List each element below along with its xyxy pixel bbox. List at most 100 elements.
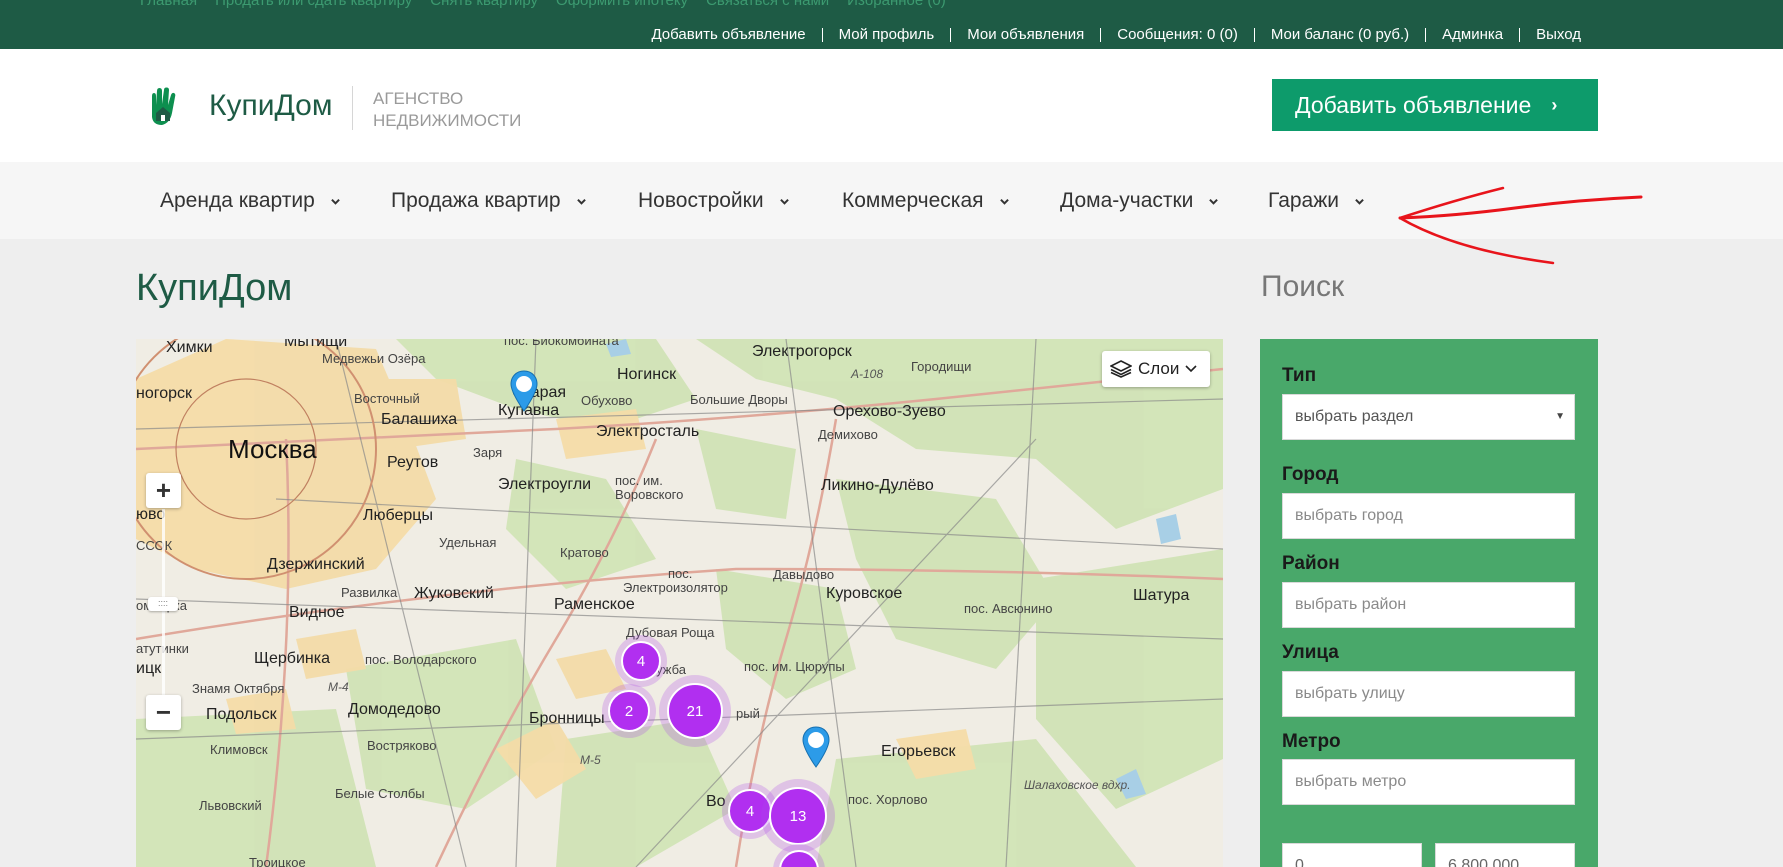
zoom-in-button[interactable]: + bbox=[146, 473, 181, 508]
street-label: Улица bbox=[1282, 642, 1339, 663]
map-cluster[interactable]: 2 bbox=[602, 684, 656, 738]
map-pin-icon[interactable] bbox=[801, 725, 831, 769]
type-label: Тип bbox=[1282, 365, 1317, 386]
listings-map[interactable]: Химки Мытищи Медвежьи Озёра пос. Биокомб… bbox=[136, 339, 1223, 867]
menu-link-sell[interactable]: Продать или сдать квартиру bbox=[215, 0, 412, 9]
map-label: Куровское bbox=[826, 585, 903, 602]
add-listing-button[interactable]: Добавить объявление › bbox=[1272, 79, 1598, 131]
nav-item-label: Продажа квартир bbox=[391, 189, 561, 212]
menu-link-mortgage[interactable]: Оформить ипотеку bbox=[556, 0, 688, 9]
district-input[interactable]: выбрать район bbox=[1282, 582, 1575, 628]
nav-item-rent-apartments[interactable]: Аренда квартир bbox=[160, 189, 340, 213]
map-label: ногорск bbox=[136, 385, 193, 402]
map-label: Городищи bbox=[911, 359, 972, 374]
menu-link-home[interactable]: Главная bbox=[140, 0, 197, 9]
map-label: Москва bbox=[228, 434, 317, 464]
tagline-line-2: недвижимости bbox=[373, 111, 522, 130]
nav-item-garages[interactable]: Гаражи bbox=[1268, 189, 1364, 213]
map-cluster[interactable]: 21 bbox=[659, 675, 731, 747]
map-cluster[interactable]: 13 bbox=[761, 779, 835, 853]
menu-link-favorites[interactable]: Избранное (0) bbox=[847, 0, 946, 9]
district-label: Район bbox=[1282, 553, 1340, 574]
map-pin-icon[interactable] bbox=[509, 369, 539, 413]
map-label: Климовск bbox=[210, 742, 268, 757]
user-link-logout[interactable]: Выход bbox=[1519, 27, 1581, 42]
street-input[interactable]: выбрать улицу bbox=[1282, 671, 1575, 717]
zoom-out-button[interactable]: − bbox=[146, 695, 181, 730]
user-nav: Добавить объявление Мой профиль Мои объя… bbox=[635, 27, 1581, 42]
hand-house-icon[interactable] bbox=[144, 87, 180, 127]
tagline-line-1: Агенство bbox=[373, 89, 464, 108]
user-link-profile[interactable]: Мой профиль bbox=[821, 27, 951, 42]
map-label: Орехово-Зуево bbox=[833, 403, 946, 420]
nav-item-new-buildings[interactable]: Новостройки bbox=[638, 189, 789, 213]
map-label: Подольск bbox=[206, 706, 277, 723]
nav-item-label: Дома-участки bbox=[1060, 189, 1194, 212]
city-label: Город bbox=[1282, 464, 1339, 485]
logo-name[interactable]: КупиДом bbox=[209, 89, 332, 123]
logo-divider bbox=[352, 86, 353, 130]
map-label: Электроизолятор bbox=[623, 580, 728, 595]
user-link-messages[interactable]: Сообщения: 0 (0) bbox=[1100, 27, 1254, 42]
menu-link-contact[interactable]: Связаться с нами bbox=[706, 0, 829, 9]
map-label: Балашиха bbox=[381, 411, 458, 428]
map-label: Воровского bbox=[615, 487, 684, 502]
type-select-value: выбрать раздел bbox=[1295, 408, 1414, 425]
type-select[interactable]: выбрать раздел ▼ bbox=[1282, 394, 1575, 440]
add-listing-button-label: Добавить объявление bbox=[1295, 91, 1532, 118]
layers-button[interactable]: Слои bbox=[1102, 351, 1210, 387]
map-label: Удельная bbox=[439, 535, 497, 550]
map-label: Развилка bbox=[341, 585, 398, 600]
map-label: Знамя Октября bbox=[192, 681, 285, 696]
layers-icon bbox=[1110, 360, 1132, 378]
map-label: А-108 bbox=[851, 367, 884, 381]
map-label: Шатура bbox=[1133, 587, 1190, 604]
search-panel: Тип выбрать раздел ▼ Город выбрать город… bbox=[1260, 339, 1598, 867]
nav-item-label: Гаражи bbox=[1268, 189, 1340, 212]
price-to-input[interactable]: 6 800 000 bbox=[1435, 843, 1575, 867]
map-label: Мытищи bbox=[284, 339, 348, 350]
user-link-balance[interactable]: Мои баланс (0 руб.) bbox=[1253, 27, 1425, 42]
map-label: Демихово bbox=[818, 427, 878, 442]
map-label: Востряково bbox=[367, 738, 437, 753]
metro-input[interactable]: выбрать метро bbox=[1282, 759, 1575, 805]
main-menu-ghost: Главная Продать или сдать квартиру Снять… bbox=[140, 0, 946, 9]
city-input[interactable]: выбрать город bbox=[1282, 493, 1575, 539]
nav-item-commercial[interactable]: Коммерческая bbox=[842, 189, 1009, 213]
nav-item-sell-apartments[interactable]: Продажа квартир bbox=[391, 189, 586, 213]
price-from-input[interactable]: 0 bbox=[1282, 843, 1422, 867]
map-label: Восточный bbox=[354, 391, 420, 406]
map-label: Медвежьи Озёра bbox=[322, 351, 426, 366]
metro-label: Метро bbox=[1282, 731, 1341, 752]
search-title: Поиск bbox=[1261, 270, 1345, 303]
map-label: пос. Биокомбината bbox=[504, 339, 619, 348]
map-label: Большие Дворы bbox=[690, 392, 788, 407]
nav-item-label: Новостройки bbox=[638, 189, 764, 212]
layers-label: Слои bbox=[1138, 359, 1180, 378]
map-label: Белые Столбы bbox=[335, 786, 425, 801]
user-link-my-listings[interactable]: Мои объявления bbox=[950, 27, 1100, 42]
menu-link-rent[interactable]: Снять квартиру bbox=[430, 0, 538, 9]
map-cluster[interactable]: 4 bbox=[615, 635, 667, 687]
map-label: Егорьевск bbox=[881, 743, 956, 760]
map-label: Электроугли bbox=[498, 476, 592, 493]
cluster-count: 2 bbox=[608, 690, 650, 732]
nav-item-houses-plots[interactable]: Дома-участки bbox=[1060, 189, 1219, 213]
zoom-slider-handle[interactable]: :::: bbox=[148, 597, 178, 611]
user-link-add-listing[interactable]: Добавить объявление bbox=[635, 27, 821, 42]
map-label: Дзержинский bbox=[267, 556, 365, 573]
map-label: пос. им. bbox=[615, 473, 663, 488]
map-label: Люберцы bbox=[363, 507, 433, 524]
nav-item-label: Аренда квартир bbox=[160, 189, 315, 212]
map-label: Троицкое bbox=[249, 855, 306, 867]
map-label: Шалаховское вдхр. bbox=[1024, 778, 1131, 792]
caret-down-icon: ▼ bbox=[1555, 411, 1565, 422]
user-link-admin[interactable]: Админка bbox=[1425, 27, 1519, 42]
chevron-down-icon bbox=[330, 198, 340, 205]
map-label: Обухово bbox=[581, 393, 633, 408]
map-label: Ликино-Дулёво bbox=[821, 477, 934, 494]
map-label: Давыдово bbox=[773, 567, 835, 582]
cluster-count: 4 bbox=[621, 641, 661, 681]
map-label: Кратово bbox=[560, 545, 609, 560]
chevron-down-icon bbox=[1355, 198, 1364, 205]
